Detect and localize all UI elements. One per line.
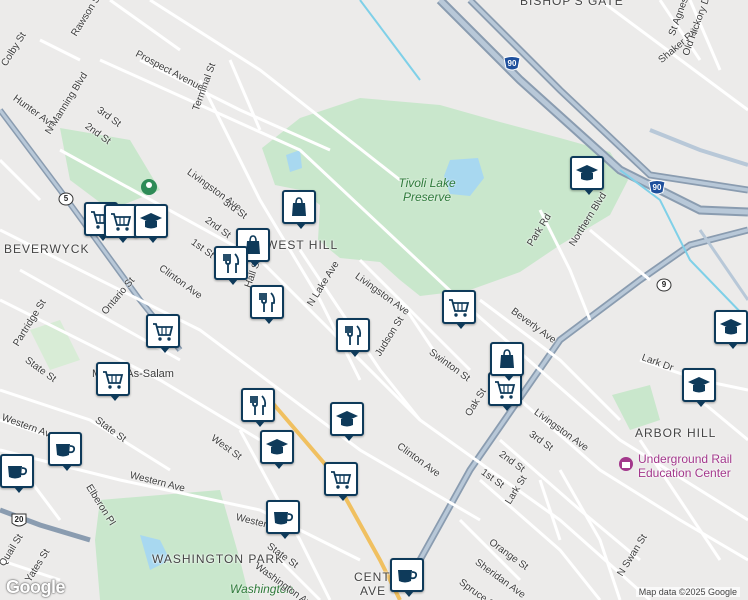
restaurant-pin[interactable] — [241, 388, 275, 427]
neighborhood-label-ave: AVE — [360, 584, 387, 598]
interstate-90-shield-label: 90 — [507, 59, 517, 68]
school-pin[interactable] — [260, 430, 294, 469]
school-pin[interactable] — [134, 204, 168, 243]
restaurant-icon — [259, 292, 276, 312]
school-icon — [720, 319, 742, 335]
school-icon — [140, 213, 162, 229]
route-9-shield-label: 9 — [661, 280, 667, 289]
map-canvas[interactable]: 90 90 5 9 20 BEVERWYCK WEST HILL ARBOR H… — [0, 0, 748, 600]
school-pin[interactable] — [570, 156, 604, 195]
museum-label-line1[interactable]: Underground Rail — [638, 452, 732, 466]
interstate-90-shield-label-2: 90 — [652, 183, 662, 192]
grocery-pin[interactable] — [104, 204, 138, 243]
coffee-icon — [274, 512, 294, 525]
coffee-pin[interactable] — [266, 500, 300, 539]
grocery-pin[interactable] — [324, 462, 358, 501]
coffee-pin[interactable] — [0, 454, 34, 493]
school-pin[interactable] — [330, 402, 364, 441]
museum-icon — [619, 457, 633, 471]
shopping-bag-pin[interactable] — [282, 190, 316, 229]
restaurant-pin[interactable] — [214, 246, 248, 285]
coffee-icon — [56, 444, 76, 457]
coffee-pin[interactable] — [390, 558, 424, 597]
grocery-pin[interactable] — [146, 314, 180, 353]
grocery-icon — [111, 213, 132, 231]
park-activity-icon — [141, 179, 157, 195]
neighborhood-label-beverwyck: BEVERWYCK — [4, 242, 90, 256]
restaurant-pin[interactable] — [336, 318, 370, 357]
school-icon — [576, 165, 598, 181]
shopping-bag-icon — [500, 349, 514, 368]
grocery-icon — [103, 371, 124, 389]
google-logo: Google — [6, 577, 66, 597]
shopping-bag-pin[interactable] — [490, 342, 524, 381]
museum-label-line2[interactable]: Education Center — [638, 466, 731, 480]
shopping-bag-icon — [292, 197, 306, 216]
grocery-pin[interactable] — [96, 362, 130, 401]
route-5-shield-label: 5 — [63, 194, 69, 203]
school-pin[interactable] — [682, 368, 716, 407]
grocery-icon — [449, 299, 470, 317]
coffee-icon — [398, 570, 418, 583]
restaurant-icon — [250, 395, 267, 415]
route-20-shield-label: 20 — [14, 515, 24, 524]
restaurant-icon — [345, 325, 362, 345]
neighborhood-label-bishops-gate: BISHOP'S GATE — [520, 0, 624, 8]
neighborhood-label-arbor-hill: ARBOR HILL — [635, 426, 717, 440]
coffee-icon — [8, 466, 28, 479]
neighborhood-label-west-hill: WEST HILL — [266, 238, 339, 252]
grocery-icon — [153, 323, 174, 341]
school-icon — [688, 377, 710, 393]
restaurant-icon — [223, 253, 240, 273]
school-pin[interactable] — [714, 310, 748, 349]
park-label-tivoli-lake-preserve: Tivoli Lake Preserve — [398, 176, 456, 204]
school-icon — [336, 411, 358, 427]
coffee-pin[interactable] — [48, 432, 82, 471]
school-icon — [266, 439, 288, 455]
restaurant-pin[interactable] — [250, 285, 284, 324]
map-attribution: Map data ©2025 Google — [635, 587, 740, 597]
grocery-icon — [331, 471, 352, 489]
grocery-pin[interactable] — [442, 290, 476, 329]
